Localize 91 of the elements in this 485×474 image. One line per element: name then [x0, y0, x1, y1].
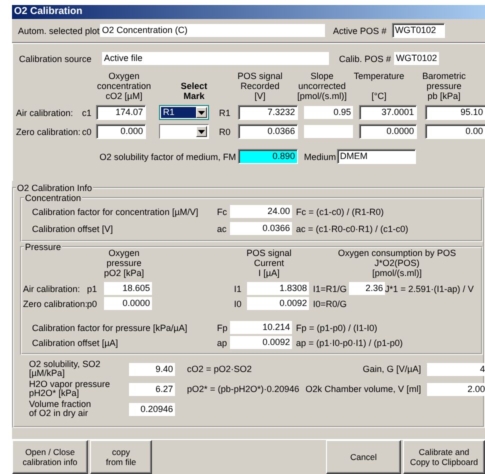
input-field[interactable]: 0.20946: [129, 402, 175, 416]
caret-icon: [198, 130, 205, 134]
label: ac: [217, 224, 228, 234]
formula: ac = (c1·R0-c0·R1) / (c1-c0): [296, 224, 408, 234]
formula: pO2* = (pb-pH2O*)·0.20946: [187, 384, 300, 394]
input-field[interactable]: 37.0001: [359, 105, 417, 120]
slope-field[interactable]: [304, 125, 353, 138]
input-field[interactable]: 7.3232: [238, 105, 298, 120]
window-title: O2 Calibration: [12, 5, 485, 19]
formula: Fp = (p1-p0) / (I1-I0): [296, 322, 378, 332]
group-title: Pressure: [25, 242, 62, 252]
label: Calibration factor for concentration [µM/V]: [32, 206, 200, 216]
caret-icon: [198, 110, 205, 114]
label: Volume fraction of O2 in dry air: [29, 400, 92, 418]
label: c1: [82, 108, 93, 118]
input-field[interactable]: 0.0366: [238, 124, 298, 139]
label: Calib. POS #: [339, 54, 392, 64]
column-header: Temperature [°C]: [353, 71, 405, 101]
formula: ap = (p1·I0-p0·I1) / (p1-p0): [296, 338, 403, 348]
input-field[interactable]: 10.214: [230, 321, 292, 334]
label: I1: [234, 284, 243, 294]
label: p1: [87, 284, 98, 294]
column-header: Select Mark: [180, 81, 208, 101]
label: I0: [234, 298, 243, 308]
column-header: POS signal Recorded [V]: [236, 71, 284, 101]
button[interactable]: copy from file: [90, 440, 152, 474]
plot-field[interactable]: O2 Concentration (C): [100, 24, 325, 37]
column-header: Oxygen concentration cO2 [µM]: [96, 71, 152, 101]
medium-field[interactable]: DMEM: [337, 149, 416, 164]
dropdown[interactable]: R1: [159, 105, 209, 120]
column-header: Barometric pressure pb [kPa]: [421, 71, 467, 101]
button[interactable]: Open / Close calibration info: [12, 440, 88, 474]
input-field[interactable]: 2.00: [427, 382, 485, 396]
label: Gain, G [V/µA]: [362, 364, 421, 374]
column-header: POS signal Current I [µA]: [245, 248, 293, 278]
input-field[interactable]: 18.605: [104, 282, 152, 295]
label: Fc: [217, 206, 228, 216]
label: R0: [219, 126, 232, 136]
input-field[interactable]: 1.8308: [247, 282, 309, 295]
label: Medium: [304, 152, 337, 162]
column-header: Slope uncorrected [pmol/(s.ml)]: [296, 71, 348, 101]
column-header: Oxygen consumption by POS J*O2(POS) [pmol/(s.ml)]: [336, 248, 458, 278]
dropdown[interactable]: [159, 124, 209, 139]
formula: J*1 = 2.591·(I1-ap) / V: [385, 284, 474, 294]
label: ap: [217, 338, 228, 348]
input-field[interactable]: 95.10: [425, 105, 485, 120]
formula: cO2 = pO2·SO2: [187, 364, 253, 374]
input-field[interactable]: 2.36: [349, 282, 385, 295]
input-field[interactable]: 4: [427, 362, 485, 376]
slope-field[interactable]: 0.95: [304, 106, 353, 119]
input-field[interactable]: 9.40: [129, 362, 175, 376]
label: Calibration offset [V]: [32, 224, 114, 234]
label: p0: [87, 298, 98, 308]
label: Air calibration:: [16, 108, 74, 118]
input-field[interactable]: 0.0092: [247, 297, 309, 310]
input-field[interactable]: 174.07: [96, 105, 146, 120]
input-field[interactable]: 24.00: [230, 205, 292, 218]
formula: I1=R1/G: [313, 284, 348, 294]
label: R1: [219, 108, 232, 118]
label: Autom. selected plot: [18, 26, 100, 36]
input-field[interactable]: 0.000: [96, 124, 146, 139]
pos-field[interactable]: WGT0102: [394, 52, 439, 65]
label: Calibration source: [19, 54, 93, 64]
solubility-field[interactable]: 0.890: [238, 149, 298, 164]
input-field[interactable]: 6.27: [129, 382, 175, 396]
group-title: Concentration: [25, 193, 82, 203]
label: O2 solubility factor of medium, FM: [98, 152, 236, 162]
button[interactable]: Calibrate and Copy to Clipboard: [403, 440, 485, 474]
input-field[interactable]: 0.0366: [230, 222, 292, 235]
label: Air calibration:: [23, 284, 82, 294]
button[interactable]: Cancel: [326, 440, 401, 474]
label: O2k Chamber volume, V [ml]: [305, 384, 421, 394]
label: Zero calibration:: [23, 298, 87, 308]
label: Calibration offset [µA]: [32, 338, 120, 348]
label: Calibration factor for pressure [kPa/µA]: [32, 322, 188, 332]
input-field[interactable]: 0.00: [425, 124, 485, 139]
label: H2O vapor pressure pH2O* [kPa]: [29, 380, 112, 398]
label: O2 solubility, SO2 [µM/kPa]: [29, 360, 102, 378]
label: Fp: [217, 322, 229, 332]
formula: I0=R0/G: [313, 298, 348, 308]
group-title: O2 Calibration Info: [17, 183, 92, 193]
label: Active POS #: [333, 26, 388, 36]
pos-field[interactable]: WGT0102: [392, 23, 445, 38]
input-field[interactable]: 0.0000: [104, 297, 152, 310]
input-field[interactable]: 0.0000: [359, 124, 417, 139]
input-field[interactable]: 0.0092: [230, 336, 292, 349]
formula: Fc = (c1-c0) / (R1-R0): [296, 206, 384, 216]
column-header: Oxygen pressure pO2 [kPa]: [102, 248, 146, 278]
source-field[interactable]: Active file: [102, 52, 329, 65]
label: c0: [82, 126, 93, 136]
label: Zero calibration:: [16, 126, 82, 136]
